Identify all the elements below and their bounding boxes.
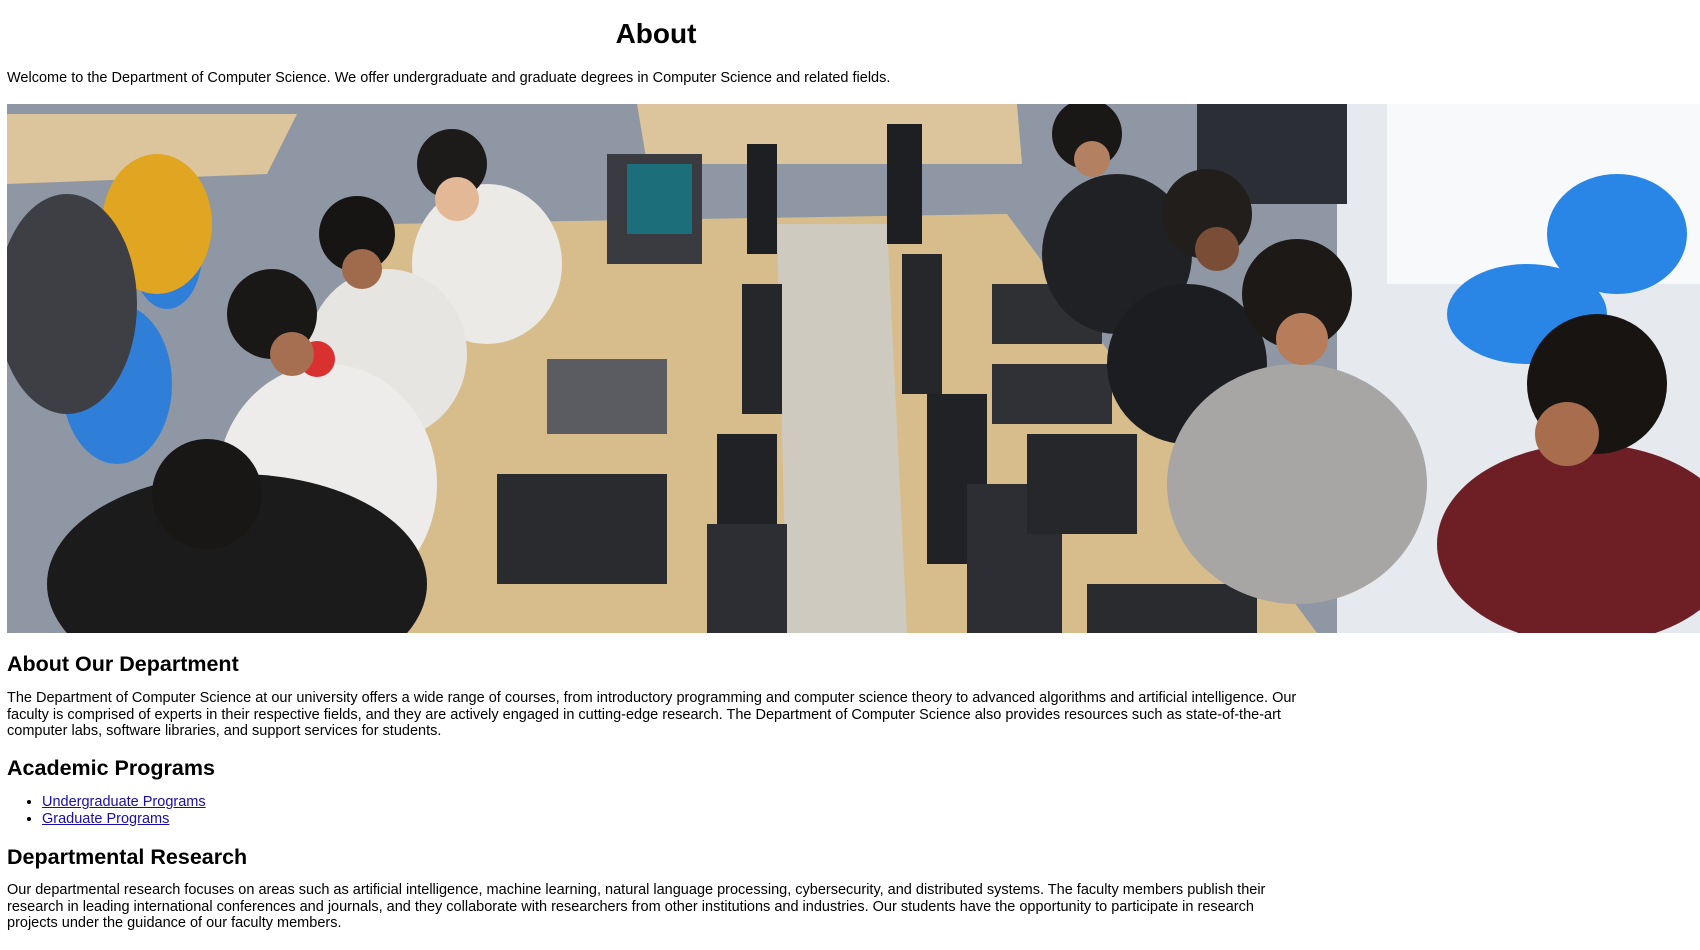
- page: About Welcome to the Department of Compu…: [0, 0, 1700, 950]
- list-item: Undergraduate Programs: [42, 794, 206, 811]
- undergraduate-programs-link[interactable]: Undergraduate Programs: [42, 794, 206, 810]
- programs-heading: Academic Programs: [7, 756, 215, 780]
- list-item: Graduate Programs: [42, 811, 206, 828]
- hero-image: [7, 104, 1700, 633]
- hero-photo-illustration: [7, 104, 1700, 633]
- about-text: The Department of Computer Science at ou…: [7, 690, 1297, 739]
- research-text: Our departmental research focuses on are…: [7, 882, 1266, 931]
- programs-list: Undergraduate Programs Graduate Programs: [7, 794, 206, 827]
- about-heading: About Our Department: [7, 652, 239, 676]
- page-title: About: [615, 18, 697, 49]
- graduate-programs-link[interactable]: Graduate Programs: [42, 811, 169, 827]
- intro-text: Welcome to the Department of Computer Sc…: [7, 70, 891, 86]
- research-heading: Departmental Research: [7, 845, 248, 869]
